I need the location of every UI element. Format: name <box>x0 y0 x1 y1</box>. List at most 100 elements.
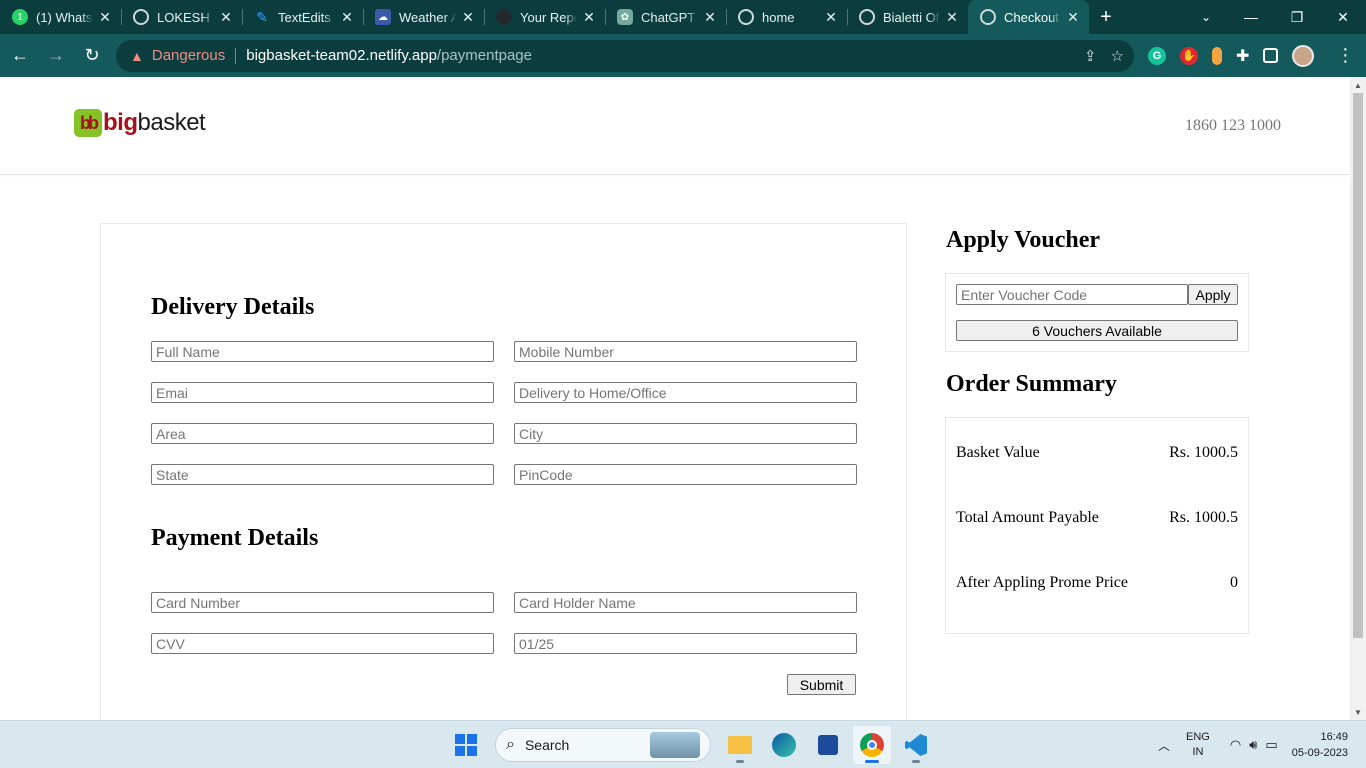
quick-settings[interactable]: ◠ 🔊︎ ▭ <box>1230 737 1278 753</box>
bookmark-star-icon[interactable]: ☆ <box>1111 47 1124 65</box>
grammarly-icon[interactable]: G <box>1148 46 1166 65</box>
expiry-field[interactable] <box>514 633 857 654</box>
close-icon[interactable]: ✕ <box>97 9 113 25</box>
chevron-up-icon[interactable]: ︿ <box>1158 737 1170 754</box>
voucher-title: Apply Voucher <box>946 227 1101 253</box>
close-icon[interactable]: ✕ <box>218 9 234 25</box>
scroll-down-icon[interactable]: ▼ <box>1350 704 1366 720</box>
puzzle-icon[interactable]: ✚ <box>1236 46 1249 66</box>
close-icon[interactable]: ✕ <box>1065 9 1081 25</box>
tab-textedits[interactable]: ✎ TextEdits ✕ <box>242 0 363 34</box>
file-explorer-icon[interactable] <box>721 726 759 764</box>
bigbasket-logo[interactable]: bb big basket <box>74 109 206 137</box>
site-header: bb big basket 1860 123 1000 <box>0 77 1350 175</box>
card-holder-field[interactable] <box>514 592 857 613</box>
adblock-icon[interactable]: ✋ <box>1180 46 1198 65</box>
close-icon[interactable]: ✕ <box>460 9 476 25</box>
close-icon[interactable]: ✕ <box>339 9 355 25</box>
clock-date: 05-09-2023 <box>1291 747 1348 759</box>
edge-icon[interactable] <box>765 726 803 764</box>
summary-value: Rs. 1000.5 <box>1169 509 1238 526</box>
tab-bialetti[interactable]: Bialetti Official ✕ <box>847 0 968 34</box>
tab-home[interactable]: home ✕ <box>726 0 847 34</box>
language-indicator[interactable]: ENG IN <box>1186 730 1210 760</box>
share-icon[interactable]: ⇪ <box>1084 47 1097 65</box>
battery-icon: ▭ <box>1265 737 1278 752</box>
page-scrollbar[interactable]: ▲ ▼ <box>1350 77 1366 720</box>
tab-list: 1 (1) WhatsApp ✕ LOKESH | Portfolio ✕ ✎ … <box>0 0 1089 34</box>
globe-icon <box>859 9 875 25</box>
clock[interactable]: 16:49 05-09-2023 <box>1292 729 1348 761</box>
scroll-up-icon[interactable]: ▲ <box>1350 77 1366 93</box>
delivery-type-field[interactable] <box>514 382 857 403</box>
pincode-field[interactable] <box>514 464 857 485</box>
search-highlight-image <box>650 732 700 758</box>
edge-logo-icon <box>772 733 796 757</box>
logo-text-big: big <box>103 109 138 136</box>
close-icon[interactable]: ✕ <box>702 9 718 25</box>
close-icon[interactable]: ✕ <box>823 9 839 25</box>
start-button[interactable] <box>447 726 485 764</box>
globe-icon <box>738 9 754 25</box>
area-field[interactable] <box>151 423 494 444</box>
chrome-icon[interactable] <box>853 726 891 764</box>
address-bar[interactable]: ▲ Dangerous bigbasket-team02.netlify.app… <box>116 39 1134 72</box>
cvv-field[interactable] <box>151 633 494 654</box>
mobile-number-field[interactable] <box>514 341 857 362</box>
new-tab-button[interactable]: + <box>1089 0 1123 34</box>
taskbar-search[interactable]: ⌕ Search <box>495 728 711 762</box>
payment-title: Payment Details <box>151 525 319 551</box>
phone-number: 1860 123 1000 <box>1185 117 1281 134</box>
running-indicator <box>736 760 744 763</box>
full-name-field[interactable] <box>151 341 494 362</box>
email-field[interactable] <box>151 382 494 403</box>
globe-icon <box>133 9 149 25</box>
tab-checkout[interactable]: Checkout ✕ <box>968 0 1089 34</box>
tab-title: Weather App <box>399 9 456 25</box>
state-field[interactable] <box>151 464 494 485</box>
tab-lokesh[interactable]: LOKESH | Portfolio ✕ <box>121 0 242 34</box>
tab-weather[interactable]: ☁ Weather App ✕ <box>363 0 484 34</box>
tab-title: ChatGPT <box>641 9 696 25</box>
store-icon[interactable] <box>809 726 847 764</box>
vscode-icon[interactable] <box>897 726 935 764</box>
delivery-title: Delivery Details <box>151 294 315 320</box>
back-button[interactable]: ← <box>4 40 36 72</box>
card-number-field[interactable] <box>151 592 494 613</box>
tab-title: TextEdits <box>278 9 331 25</box>
restore-button[interactable]: ❐ <box>1274 0 1320 34</box>
clock-time: 16:49 <box>1320 731 1348 743</box>
avatar[interactable] <box>1292 44 1315 67</box>
running-indicator <box>912 760 920 763</box>
wifi-icon: ◠ <box>1229 737 1242 752</box>
security-label[interactable]: Dangerous <box>152 47 225 64</box>
tab-whatsapp[interactable]: 1 (1) WhatsApp ✕ <box>0 0 121 34</box>
taskbar: ⌕ Search ︿ ENG IN ◠ 🔊︎ ▭ 16:49 05-09-202… <box>0 720 1366 768</box>
apply-voucher-button[interactable]: Apply <box>1188 284 1238 305</box>
chrome-logo-icon <box>860 733 884 757</box>
voucher-code-field[interactable] <box>956 284 1188 305</box>
tab-search-icon[interactable]: ⌄ <box>1192 0 1220 34</box>
side-panel-icon[interactable] <box>1263 48 1279 63</box>
close-window-button[interactable]: ✕ <box>1320 0 1366 34</box>
city-field[interactable] <box>514 423 857 444</box>
menu-icon[interactable]: ⋮ <box>1336 45 1354 66</box>
logo-text-basket: basket <box>137 109 206 136</box>
reload-button[interactable]: ↻ <box>76 40 108 72</box>
store-bag-icon <box>818 735 838 755</box>
scrollbar-thumb[interactable] <box>1353 93 1363 638</box>
tab-title: home <box>762 9 795 25</box>
vouchers-available-button[interactable]: 6 Vouchers Available <box>956 320 1238 341</box>
system-tray: ︿ ENG IN ◠ 🔊︎ ▭ 16:49 05-09-2023 <box>1158 721 1366 768</box>
tab-chatgpt[interactable]: ✿ ChatGPT ✕ <box>605 0 726 34</box>
divider <box>235 47 237 64</box>
extension-icon[interactable] <box>1212 46 1222 65</box>
close-icon[interactable]: ✕ <box>944 9 960 25</box>
submit-button[interactable]: Submit <box>787 674 856 695</box>
summary-row-promo: After Appling Prome Price 0 <box>956 574 1238 592</box>
close-icon[interactable]: ✕ <box>581 9 597 25</box>
forward-button[interactable]: → <box>40 40 72 72</box>
tab-repositories[interactable]: Your Repositories ✕ <box>484 0 605 34</box>
minimize-button[interactable]: — <box>1228 0 1274 34</box>
window-controls: — ❐ ✕ <box>1228 0 1366 34</box>
